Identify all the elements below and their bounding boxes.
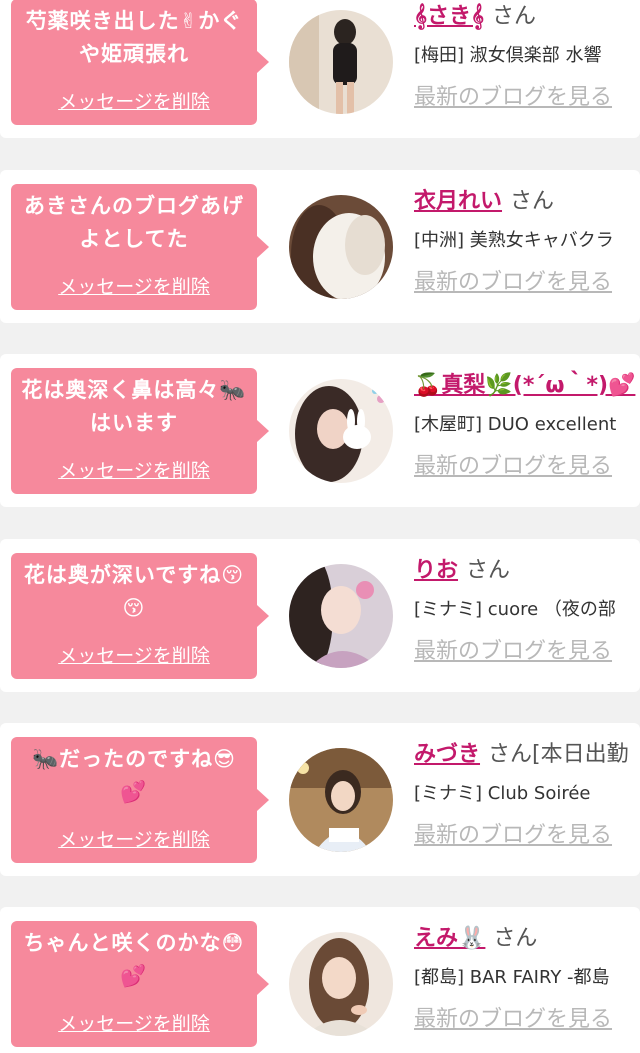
delete-message-link[interactable]: メッセージを削除: [58, 276, 210, 298]
view-latest-blog-link[interactable]: 最新のブログを見る: [414, 1007, 612, 1032]
message-bubble: 花は奥深く鼻は高々🐜はいます メッセージを削除: [11, 368, 269, 494]
message-bubble: ちゃんと咲くのかな😳💕 メッセージを削除: [11, 921, 269, 1047]
shop-info: [木屋町] DUO excellent: [414, 414, 617, 435]
user-name-link[interactable]: りお: [414, 558, 458, 583]
message-card: 花は奥深く鼻は高々🐜はいます メッセージを削除 🍒真梨🌿(*´ω｀*)💕 [木屋…: [0, 354, 640, 507]
view-latest-blog-link[interactable]: 最新のブログを見る: [414, 823, 612, 848]
avatar[interactable]: [289, 10, 393, 114]
view-latest-blog-link[interactable]: 最新のブログを見る: [414, 270, 612, 295]
delete-message-link[interactable]: メッセージを削除: [58, 829, 210, 851]
message-card: 花は奥が深いですね😚😚 メッセージを削除 りお さん [ミナミ] cuore （夜…: [0, 539, 640, 692]
delete-message-link[interactable]: メッセージを削除: [58, 460, 210, 482]
honorific: さん: [492, 4, 537, 29]
honorific: さん: [466, 558, 511, 583]
message-card: ちゃんと咲くのかな😳💕 メッセージを削除 えみ🐰 さん [都島] BAR FAIR…: [0, 907, 640, 1053]
avatar[interactable]: [289, 195, 393, 299]
view-latest-blog-link[interactable]: 最新のブログを見る: [414, 454, 612, 479]
avatar[interactable]: [289, 379, 393, 483]
shop-info: [ミナミ] Club Soirée: [414, 783, 591, 804]
user-name-link[interactable]: みづき: [414, 742, 480, 767]
user-name-link[interactable]: 衣月れい: [414, 189, 502, 214]
user-name-link[interactable]: えみ🐰: [414, 926, 485, 951]
message-text: 花は奥が深いですね😚😚: [23, 563, 245, 620]
view-latest-blog-link[interactable]: 最新のブログを見る: [414, 639, 612, 664]
shop-info: [都島] BAR FAIRY -都島: [414, 967, 610, 988]
shop-info: [梅田] 淑女倶楽部 水響: [414, 45, 602, 66]
delete-message-link[interactable]: メッセージを削除: [58, 91, 210, 113]
message-text: 芍薬咲き出した✌かぐや姫頑張れ: [25, 9, 243, 66]
message-card: 🐜だったのですね😎💕 メッセージを削除 みづき さん[本日出勤 [ミナミ] Clu…: [0, 723, 640, 876]
message-text: 花は奥深く鼻は高々🐜はいます: [21, 378, 247, 435]
honorific: さん: [510, 189, 555, 214]
avatar[interactable]: [289, 564, 393, 668]
user-name-link[interactable]: 𝄞さき𝄞: [414, 4, 484, 29]
honorific-status: さん[本日出勤: [488, 742, 629, 767]
delete-message-link[interactable]: メッセージを削除: [58, 645, 210, 667]
user-name-link[interactable]: 🍒真梨🌿(*´ω｀*)💕: [414, 373, 635, 398]
message-bubble: 🐜だったのですね😎💕 メッセージを削除: [11, 737, 269, 863]
view-latest-blog-link[interactable]: 最新のブログを見る: [414, 85, 612, 110]
delete-message-link[interactable]: メッセージを削除: [58, 1013, 210, 1035]
message-text: あきさんのブログあげよとしてた: [24, 194, 244, 251]
message-bubble: 芍薬咲き出した✌かぐや姫頑張れ メッセージを削除: [11, 0, 269, 125]
message-text: 🐜だったのですね😎💕: [31, 747, 237, 804]
shop-info: [ミナミ] cuore （夜の部: [414, 599, 616, 620]
message-bubble: 花は奥が深いですね😚😚 メッセージを削除: [11, 553, 269, 679]
avatar[interactable]: [289, 748, 393, 852]
message-card: あきさんのブログあげよとしてた メッセージを削除 衣月れい さん [中洲] 美熟女…: [0, 170, 640, 323]
message-bubble: あきさんのブログあげよとしてた メッセージを削除: [11, 184, 269, 310]
avatar[interactable]: [289, 932, 393, 1036]
shop-info: [中洲] 美熟女キャバクラ: [414, 230, 614, 251]
message-card: 芍薬咲き出した✌かぐや姫頑張れ メッセージを削除 𝄞さき𝄞 さん [梅田] 淑女倶…: [0, 0, 640, 138]
honorific: さん: [493, 926, 538, 951]
message-text: ちゃんと咲くのかな😳💕: [23, 931, 245, 988]
